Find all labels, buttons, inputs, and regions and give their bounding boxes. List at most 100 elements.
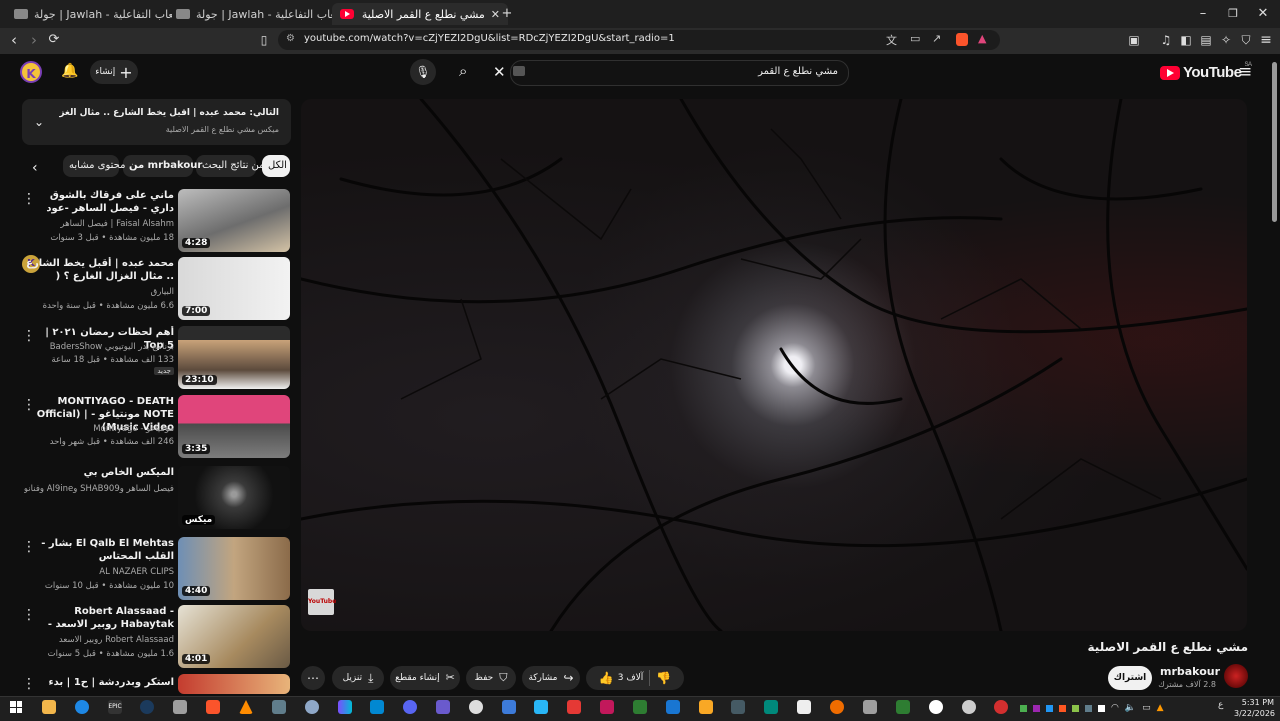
forward-icon[interactable]: › bbox=[24, 30, 44, 50]
app-icon[interactable] bbox=[929, 700, 943, 714]
battery-icon[interactable]: ▭ bbox=[1142, 703, 1151, 713]
bookmark-icon[interactable]: ▯ bbox=[254, 30, 274, 50]
back-icon[interactable]: ‹ bbox=[4, 30, 24, 50]
page-scrollbar[interactable] bbox=[1271, 60, 1278, 694]
list-item[interactable]: ⋮ MONTIYAGO - DEATH NOTE مونتياغو - | (O… bbox=[22, 395, 292, 461]
browser-tab-2[interactable]: جولة | Jawlah - منصة الألعاب التفاعلية bbox=[168, 3, 344, 25]
app-icon[interactable] bbox=[863, 700, 877, 714]
cast-icon[interactable]: ▭ bbox=[910, 32, 920, 45]
playlist-header[interactable]: ⌄ التالي: محمد عبده | أقبل يخط الشارع ..… bbox=[22, 99, 291, 145]
list-item[interactable]: الميكس الخاص بي فيصل الساهر وSHAB909 وAl… bbox=[22, 466, 292, 532]
search-box[interactable]: مشي نطلع ع القمر bbox=[510, 60, 849, 86]
video-player[interactable]: YouTube bbox=[301, 99, 1247, 631]
video-thumbnail[interactable]: 7:00 bbox=[178, 257, 290, 320]
video-thumbnail[interactable]: 4:40 bbox=[178, 537, 290, 600]
list-item[interactable]: ⋮ Robert Alassaad - Habaytak روبير الاسع… bbox=[22, 605, 292, 671]
file-explorer-icon[interactable] bbox=[42, 700, 56, 714]
app-icon[interactable] bbox=[272, 700, 286, 714]
app-icon[interactable] bbox=[830, 700, 844, 714]
input-language[interactable]: ع bbox=[1218, 700, 1223, 710]
reload-icon[interactable]: ⟳ bbox=[44, 30, 64, 50]
vpn-icon[interactable]: ⛉ bbox=[1236, 30, 1256, 50]
save-button[interactable]: حفظ ⛉ bbox=[466, 666, 516, 690]
restore-icon[interactable]: ❐ bbox=[1222, 4, 1244, 24]
browser-menu-icon[interactable]: ≡ bbox=[1256, 30, 1276, 50]
chip-from-search[interactable]: من نتائج البحث bbox=[196, 155, 265, 177]
app-icon[interactable] bbox=[994, 700, 1008, 714]
channel-name[interactable]: mrbakour bbox=[1160, 665, 1220, 678]
terminal-icon[interactable] bbox=[764, 700, 778, 714]
app-icon[interactable] bbox=[469, 700, 483, 714]
list-item[interactable]: ⋮ ماني على فرقاك بالشوق داري - فيصل السا… bbox=[22, 189, 292, 255]
media-icon[interactable]: ♫ bbox=[1156, 30, 1176, 50]
site-settings-icon[interactable]: ⚙ bbox=[286, 33, 295, 44]
search-input[interactable]: مشي نطلع ع القمر bbox=[758, 66, 838, 77]
app-icon[interactable] bbox=[699, 700, 713, 714]
vlc-tray-icon[interactable]: ▲ bbox=[1157, 703, 1164, 713]
more-actions-button[interactable]: ⋯ bbox=[301, 666, 325, 690]
brave-shields-icon[interactable] bbox=[956, 33, 968, 46]
gmail-icon[interactable] bbox=[731, 700, 745, 714]
browser-tab-youtube[interactable]: مشي نطلع ع القمر الاصلية - YouTube ✕ bbox=[332, 3, 508, 25]
youtube-app-icon[interactable] bbox=[567, 700, 581, 714]
like-button[interactable]: 👍 3 آلاف bbox=[591, 666, 644, 690]
clear-search-icon[interactable]: ✕ bbox=[493, 63, 506, 81]
video-thumbnail[interactable]: ميكس bbox=[178, 466, 290, 529]
app-icon[interactable] bbox=[502, 700, 516, 714]
volume-icon[interactable]: 🔈 bbox=[1125, 703, 1136, 713]
gamepad-icon[interactable] bbox=[436, 700, 450, 714]
wifi-icon[interactable]: ◠ bbox=[1111, 703, 1119, 713]
scrollbar-thumb[interactable] bbox=[1272, 62, 1277, 222]
expand-chevron-icon[interactable]: ⌄ bbox=[34, 115, 44, 129]
video-thumbnail[interactable]: 4:28 bbox=[178, 189, 290, 252]
list-item[interactable]: ⋮ El Qalb El Mehtas بشار - القلب المحتاس… bbox=[22, 537, 292, 603]
app-icon[interactable] bbox=[633, 700, 647, 714]
clip-button[interactable]: إنشاء مقطع ✂ bbox=[390, 666, 460, 690]
browser-tab-1[interactable]: جولة | Jawlah - منصة الألعاب التفاعلية bbox=[6, 3, 172, 25]
list-item[interactable]: K محمد عبده | أقبل يخط الشارع .. مثال ال… bbox=[22, 255, 292, 323]
video-thumbnail[interactable]: 4:01 bbox=[178, 605, 290, 668]
youtube-watermark[interactable]: YouTube bbox=[308, 589, 336, 615]
settings-gear-icon[interactable] bbox=[305, 700, 319, 714]
chips-scroll-left-icon[interactable]: ‹ bbox=[32, 160, 38, 176]
chip-related[interactable]: محتوى مشابه bbox=[63, 155, 125, 177]
hamburger-menu-icon[interactable]: ≡ bbox=[1238, 62, 1252, 82]
create-button[interactable]: إنشاء + bbox=[90, 60, 138, 84]
clock[interactable]: 5:31 PM 3/22/2026 bbox=[1234, 697, 1275, 719]
search-icon[interactable]: ⌕ bbox=[459, 62, 467, 80]
app-icon[interactable] bbox=[666, 700, 680, 714]
brave-rewards-icon[interactable]: ▲ bbox=[978, 32, 986, 45]
system-tray[interactable]: ◠ 🔈 ▭ ▲ bbox=[1020, 702, 1190, 714]
chip-all[interactable]: الكل bbox=[262, 155, 290, 177]
keyboard-icon[interactable] bbox=[513, 66, 525, 76]
app-icon[interactable] bbox=[962, 700, 976, 714]
reader-icon[interactable]: ◧ bbox=[1176, 30, 1196, 50]
new-tab-button[interactable]: + bbox=[496, 4, 518, 24]
discord-icon[interactable] bbox=[403, 700, 417, 714]
epic-games-icon[interactable]: EPIC bbox=[108, 700, 122, 714]
leo-ai-icon[interactable]: ✧ bbox=[1216, 30, 1236, 50]
video-thumbnail[interactable] bbox=[178, 674, 290, 694]
video-thumbnail[interactable]: 3:35 bbox=[178, 395, 290, 458]
app-icon[interactable] bbox=[600, 700, 614, 714]
sidebar-toggle-icon[interactable]: ▣ bbox=[1124, 30, 1144, 50]
voice-search-button[interactable]: 🎙 bbox=[410, 59, 436, 85]
minimize-icon[interactable]: – bbox=[1192, 4, 1214, 24]
url-box[interactable]: ⚙ youtube.com/watch?v=cZjYEZI2DgU&list=R… bbox=[278, 30, 1000, 50]
download-button[interactable]: تنزيل ⤓ bbox=[332, 666, 384, 690]
app-icon[interactable] bbox=[338, 700, 352, 714]
edge-icon[interactable] bbox=[75, 700, 89, 714]
app-icon[interactable] bbox=[797, 700, 811, 714]
subscribe-button[interactable]: اشتراك bbox=[1108, 666, 1152, 690]
video-thumbnail[interactable]: 23:10 bbox=[178, 326, 290, 389]
channel-avatar[interactable] bbox=[1224, 664, 1248, 688]
brave-icon[interactable] bbox=[206, 700, 220, 714]
windows-start-icon[interactable] bbox=[10, 701, 22, 713]
translate-icon[interactable]: 文 bbox=[886, 32, 897, 48]
list-item[interactable]: ⋮ استكر وبدردشة | ح1 | بدء bbox=[22, 674, 292, 694]
app-icon[interactable] bbox=[173, 700, 187, 714]
share-page-icon[interactable]: ↗ bbox=[932, 32, 941, 45]
notifications-bell-icon[interactable]: 🔔 bbox=[61, 63, 78, 79]
dislike-button[interactable]: 👎 bbox=[656, 666, 679, 690]
chip-from-channel[interactable]: من mrbakour bbox=[123, 155, 202, 177]
